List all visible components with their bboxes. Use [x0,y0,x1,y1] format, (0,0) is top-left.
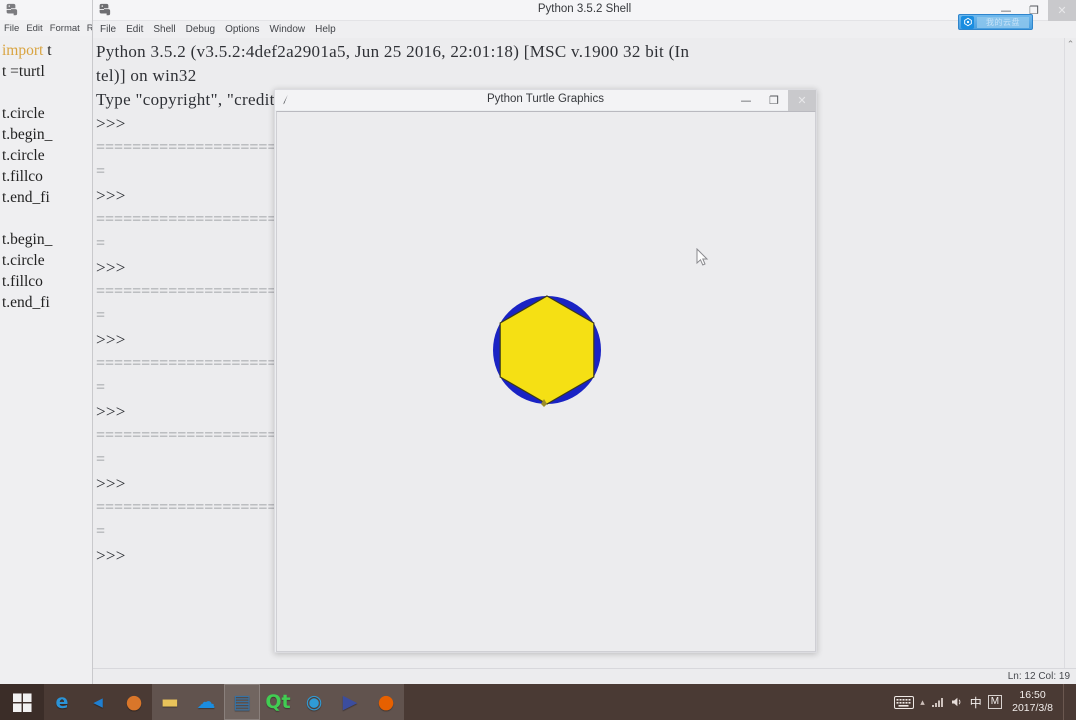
editor-code-line: t.fillco [2,168,43,185]
editor-menu-run[interactable]: R [87,23,92,34]
shell-output-line: tel)] on win32 [96,66,197,85]
scroll-up-arrow[interactable]: ⌃ [1065,38,1076,50]
shell-window-title: Python 3.5.2 Shell [537,3,632,15]
ime-mode-indicator[interactable]: M [987,695,1003,709]
volume-icon[interactable] [951,696,964,708]
baidu-cloud-badge[interactable]: 我的云盘 [958,14,1033,30]
turtle-titlebar[interactable]: Python Turtle Graphics — ❐ ✕ [275,90,816,111]
editor-code-line: t.fillco [2,273,43,290]
qt-creator-icon[interactable]: Qt [260,684,296,720]
start-windows-icon [12,692,32,712]
turtle-window-controls[interactable]: — ❐ ✕ [732,90,816,111]
editor-code-line: t =turtl [2,63,45,80]
arrow-cursor [696,248,709,266]
editor-code-line: import t [2,42,52,59]
editor-code-line: t.begin_ [2,126,53,143]
shell-menu-window[interactable]: Window [270,24,306,35]
shell-status-bar: Ln: 12 Col: 19 [93,668,1076,684]
editor-menu-file[interactable]: File [4,23,19,34]
shell-menu-file[interactable]: File [100,24,116,35]
clock[interactable]: 16:50 2017/3/8 [1008,689,1057,715]
video-editor-icon[interactable]: ▶ [332,684,368,720]
python-idle-icon[interactable]: ▤ [224,684,260,720]
taskbar[interactable]: e ◂ ● ▬ ☁ ▤ Qt ◉ ▶ ● ▴ 中 M 16:50 2017/3/… [0,684,1076,720]
network-icon[interactable] [931,696,945,708]
editor-code-line: t.circle [2,252,45,269]
editor-code-line: t.circle [2,147,45,164]
show-desktop-button[interactable] [1063,684,1070,720]
turtle-graphics-window[interactable]: Python Turtle Graphics — ❐ ✕ [274,89,817,653]
firefox-icon[interactable]: ● [368,684,404,720]
baidu-cloud-icon [961,15,974,29]
system-tray[interactable]: ▴ 中 M 16:50 2017/3/8 [894,684,1076,720]
taskbar-items[interactable]: e ◂ ● ▬ ☁ ▤ Qt ◉ ▶ ● [44,684,404,720]
minimize-button[interactable]: — [732,90,760,111]
shell-vertical-scrollbar[interactable]: ⌃ [1064,38,1076,684]
browser-orange-icon[interactable]: ● [116,684,152,720]
shell-menu-shell[interactable]: Shell [153,24,175,35]
start-button[interactable] [0,684,44,720]
on-screen-keyboard-icon[interactable] [894,695,915,709]
editor-code-line: t.end_fi [2,189,50,206]
editor-menubar[interactable]: File Edit Format R [0,20,92,36]
editor-code-line: t.circle [2,105,45,122]
shell-menubar[interactable]: File Edit Shell Debug Options Window Hel… [93,21,1076,38]
shell-titlebar[interactable]: Python 3.5.2 Shell — ❐ ✕ [93,0,1076,21]
editor-code-line: t.begin_ [2,231,53,248]
tray-overflow-icon[interactable]: ▴ [920,697,925,708]
clock-time: 16:50 [1019,689,1046,701]
ime-language-indicator[interactable]: 中 [970,694,982,711]
baidu-cloud-icon[interactable]: ☁ [188,684,224,720]
shell-menu-help[interactable]: Help [315,24,336,35]
shell-menu-debug[interactable]: Debug [186,24,215,35]
close-button[interactable]: ✕ [1048,0,1076,21]
file-explorer-icon[interactable]: ▬ [152,684,188,720]
editor-menu-edit[interactable]: Edit [26,23,42,34]
editor-titlebar[interactable] [0,0,92,20]
code-keyword: import [2,42,44,59]
editor-code-area[interactable]: import t t =turtl t.circle t.begin_ t.circle… [0,36,92,313]
editor-code-line: t.end_fi [2,294,50,311]
clock-date: 2017/3/8 [1012,702,1053,714]
turtle-drawing [493,295,601,407]
editor-window[interactable]: File Edit Format R import t t =turtl t.cir… [0,0,93,684]
shell-menu-options[interactable]: Options [225,24,259,35]
media-player-icon[interactable]: ◉ [296,684,332,720]
python-idle-icon [6,3,18,16]
editor-menu-format[interactable]: Format [50,23,80,34]
internet-explorer-icon[interactable]: e [44,684,80,720]
editor-code-line [2,82,92,103]
maximize-button[interactable]: ❐ [760,90,788,111]
shell-output-line: Python 3.5.2 (v3.5.2:4def2a2901a5, Jun 2… [96,42,690,61]
blue-bird-icon[interactable]: ◂ [80,684,116,720]
editor-code-line [2,208,92,229]
turtle-drawing-canvas[interactable] [276,111,816,652]
close-button[interactable]: ✕ [788,90,816,111]
shell-menu-edit[interactable]: Edit [126,24,143,35]
baidu-cloud-badge-label: 我的云盘 [977,16,1029,28]
